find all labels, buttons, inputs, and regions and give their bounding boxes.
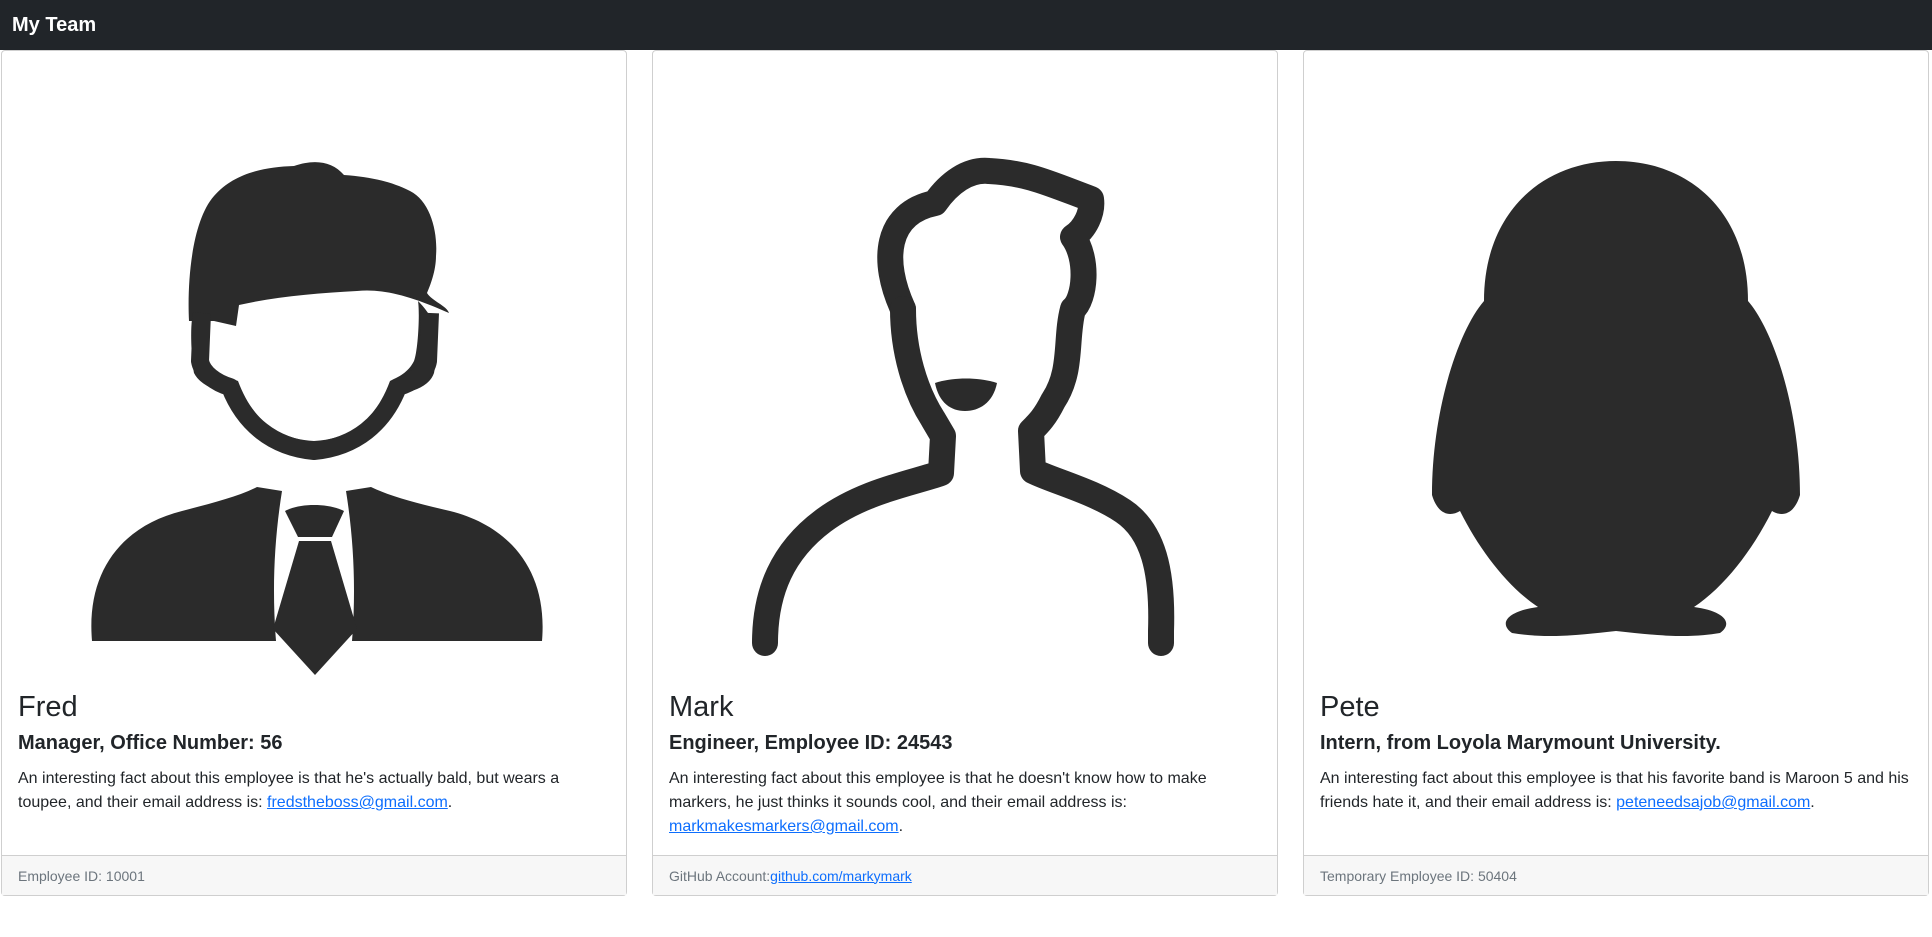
github-link[interactable]: github.com/markymark: [770, 868, 912, 884]
card-footer: Temporary Employee ID: 50404: [1304, 855, 1928, 895]
card-body: Mark Engineer, Employee ID: 24543 An int…: [669, 691, 1261, 839]
email-link[interactable]: fredstheboss@gmail.com: [267, 794, 448, 811]
card-footer: GitHub Account: github.com/markymark: [653, 855, 1277, 895]
navbar: My Team: [0, 0, 1932, 50]
github-label: GitHub Account:: [669, 867, 771, 884]
fact-end: .: [1810, 794, 1815, 811]
navbar-brand[interactable]: My Team: [12, 14, 96, 37]
manager-icon: [2, 51, 626, 691]
employee-card-pete: Pete Intern, from Loyola Marymount Unive…: [1303, 50, 1929, 896]
card-body: Pete Intern, from Loyola Marymount Unive…: [1320, 691, 1912, 815]
employee-role: Intern, from Loyola Marymount University…: [1320, 732, 1721, 754]
employee-name: Fred: [18, 691, 78, 723]
employee-name: Pete: [1320, 691, 1380, 723]
employee-name: Mark: [669, 691, 734, 723]
email-link[interactable]: markmakesmarkers@gmail.com: [669, 818, 899, 835]
email-link[interactable]: peteneedsajob@gmail.com: [1616, 794, 1810, 811]
fact-text: An interesting fact about this employee …: [1320, 770, 1909, 811]
team-cards: Fred Manager, Office Number: 56 An inter…: [0, 50, 1932, 937]
employee-id-label: Employee ID: 10001: [18, 867, 145, 884]
fact-end: .: [898, 818, 904, 835]
employee-card-fred: Fred Manager, Office Number: 56 An inter…: [1, 50, 627, 896]
fact-text: An interesting fact about this employee …: [669, 770, 1207, 811]
employee-fact: An interesting fact about this employee …: [1320, 767, 1912, 815]
employee-role: Engineer, Employee ID: 24543: [669, 732, 953, 754]
employee-card-mark: Mark Engineer, Employee ID: 24543 An int…: [652, 50, 1278, 896]
employee-fact: An interesting fact about this employee …: [669, 767, 1261, 839]
engineer-icon: [653, 51, 1277, 691]
temp-employee-id-label: Temporary Employee ID: 50404: [1320, 867, 1517, 884]
employee-role: Manager, Office Number: 56: [18, 732, 283, 754]
card-footer: Employee ID: 10001: [2, 855, 626, 895]
employee-fact: An interesting fact about this employee …: [18, 767, 610, 815]
fact-end: .: [447, 794, 453, 811]
card-body: Fred Manager, Office Number: 56 An inter…: [18, 691, 610, 815]
penguin-icon: [1304, 51, 1928, 691]
